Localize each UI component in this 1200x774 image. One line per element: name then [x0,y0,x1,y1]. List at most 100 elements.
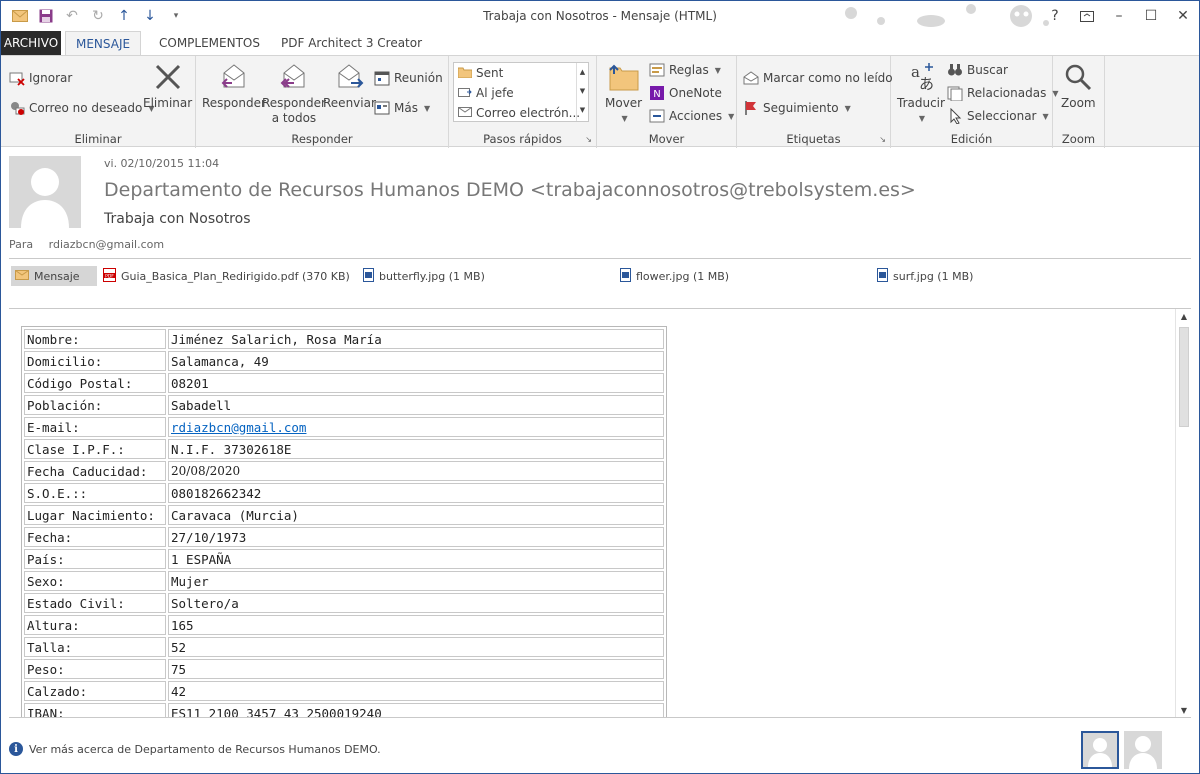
info-icon: i [9,742,23,756]
table-row: Clase I.P.F.: N.I.F. 37302618E [24,439,664,459]
move-button[interactable]: Mover ▼ [605,60,642,126]
divider [9,258,1191,259]
message-sender[interactable]: Departamento de Recursos Humanos DEMO <t… [104,179,916,201]
message-body: Nombre: Jiménez Salarich, Rosa María Domi… [9,308,1191,718]
mark-unread-button[interactable]: Marcar como no leído [743,70,893,86]
scrollbar-thumb[interactable] [1179,327,1189,427]
onenote-label: OneNote [669,86,722,100]
table-row: Peso: 75 [24,659,664,679]
maximize-icon[interactable]: ☐ [1135,1,1167,31]
svg-text:あ: あ [919,75,934,93]
ignore-icon [9,70,25,86]
zoom-label: Zoom [1061,96,1096,110]
table-row: Calzado: 42 [24,681,664,701]
related-icon [947,85,963,101]
attachment-message[interactable]: Mensaje [11,266,97,286]
table-row: Fecha Caducidad: 20/08/2020 [24,461,664,481]
people-pane-info[interactable]: i Ver más acerca de Departamento de Recu… [9,742,381,756]
ribbon-display-options-icon[interactable] [1071,1,1103,31]
chevron-down-icon: ▼ [918,114,926,123]
field-value: Mujer [168,571,664,591]
minimize-icon[interactable]: – [1103,1,1135,31]
onenote-button[interactable]: N OneNote [649,85,722,101]
tab-pdf-architect[interactable]: PDF Architect 3 Creator [271,31,432,55]
quick-step-al-jefe-label: Al jefe [476,86,514,100]
scroll-up-icon[interactable]: ▲ [577,63,588,82]
attachment-butterfly[interactable]: butterfly.jpg (1 MB) [363,266,485,286]
table-row: E-mail: rdiazbcn@gmail.com [24,417,664,437]
reply-all-button[interactable]: Responder a todos [262,60,326,126]
ignore-button[interactable]: Ignorar [9,70,72,86]
flag-icon [743,100,759,116]
close-icon[interactable]: ✕ [1167,1,1199,31]
decorative-theme-art [821,1,1061,31]
sender-avatar[interactable] [9,156,81,228]
zoom-button[interactable]: Zoom [1061,60,1096,111]
group-label-eliminar: Eliminar [74,132,122,146]
group-label-mover: Mover [648,132,685,146]
contact-avatar[interactable] [1124,731,1162,769]
related-button[interactable]: Relacionadas ▼ [947,85,1058,101]
field-label: Clase I.P.F.: [24,439,166,459]
table-row: Sexo: Mujer [24,571,664,591]
field-label: E-mail: [24,417,166,437]
vertical-scrollbar[interactable]: ▲ ▼ [1175,309,1191,717]
group-label-zoom: Zoom [1061,132,1096,146]
help-icon[interactable]: ? [1039,1,1071,31]
ignore-label: Ignorar [29,71,73,85]
tab-complementos[interactable]: COMPLEMENTOS [149,31,270,55]
email-link[interactable]: rdiazbcn@gmail.com [171,420,306,435]
group-pasos-rapidos: Sent Al jefe Correo electrón... ▲ ▼ ▼ Pa… [449,56,597,148]
translate-button[interactable]: aあ Traducir ▼ [897,60,945,126]
more-button[interactable]: Más ▼ [374,100,430,116]
delete-button[interactable]: Eliminar [143,60,192,111]
quick-step-correo[interactable]: Correo electrón... [458,103,580,123]
attachment-label: Guia_Basica_Plan_Redirigido.pdf (370 KB) [121,269,350,283]
attachment-pdf[interactable]: PDF Guia_Basica_Plan_Redirigido.pdf (370… [103,266,350,286]
field-value: 08201 [168,373,664,393]
field-label: Estado Civil: [24,593,166,613]
chevron-down-icon: ▼ [714,65,721,75]
recipients: Para rdiazbcn@gmail.com [9,238,164,251]
tab-archivo[interactable]: ARCHIVO [1,31,61,55]
quick-step-sent[interactable]: Sent [457,63,503,83]
to-address[interactable]: rdiazbcn@gmail.com [49,238,164,251]
table-row: IBAN: ES11 2100 3457 43 2500019240 [24,703,664,717]
dialog-launcher-icon[interactable]: ↘ [585,135,592,144]
ribbon: Ignorar Correo no deseado ▼ Eliminar Eli… [1,55,1199,148]
dialog-launcher-icon[interactable]: ↘ [879,135,886,144]
field-label: IBAN: [24,703,166,717]
table-row: Lugar Nacimiento: Caravaca (Murcia) [24,505,664,525]
title-bar: ↶ ↻ ↑ ↓ ▾ Trabaja con Nosotros - Mensaje… [1,1,1199,31]
magnifier-icon [1061,60,1095,94]
follow-up-button[interactable]: Seguimiento ▼ [743,100,851,116]
tab-mensaje[interactable]: MENSAJE [65,31,142,56]
rules-button[interactable]: Reglas ▼ [649,62,721,78]
junk-button[interactable]: Correo no deseado ▼ [9,100,155,116]
meeting-button[interactable]: Reunión [374,70,443,86]
attachment-flower[interactable]: flower.jpg (1 MB) [620,266,729,286]
meeting-label: Reunión [394,71,443,85]
quick-step-al-jefe[interactable]: Al jefe [458,83,514,103]
scroll-up-icon[interactable]: ▲ [1176,309,1191,325]
expand-gallery-icon[interactable]: ▼ [577,101,588,120]
select-button[interactable]: Seleccionar ▼ [947,108,1049,124]
scroll-down-icon[interactable]: ▼ [1176,703,1191,717]
scroll-down-icon[interactable]: ▼ [577,82,588,101]
forward-label: Reenviar [323,96,376,110]
find-button[interactable]: Buscar [947,62,1008,78]
actions-button[interactable]: Acciones ▼ [649,108,734,124]
group-zoom: Zoom Zoom [1053,56,1105,148]
field-value: rdiazbcn@gmail.com [168,417,664,437]
reply-button[interactable]: Responder [202,60,266,111]
contact-avatar-selected[interactable] [1081,731,1119,769]
attachment-label: surf.jpg (1 MB) [893,269,974,283]
mark-unread-label: Marcar como no leído [763,71,893,85]
more-icon [374,100,390,116]
attachment-surf[interactable]: surf.jpg (1 MB) [877,266,973,286]
forward-button[interactable]: Reenviar [323,60,376,111]
reply-all-label-line2: a todos [271,111,317,125]
cursor-icon [947,108,963,124]
chevron-down-icon: ▼ [423,103,431,113]
onenote-icon: N [649,85,665,101]
